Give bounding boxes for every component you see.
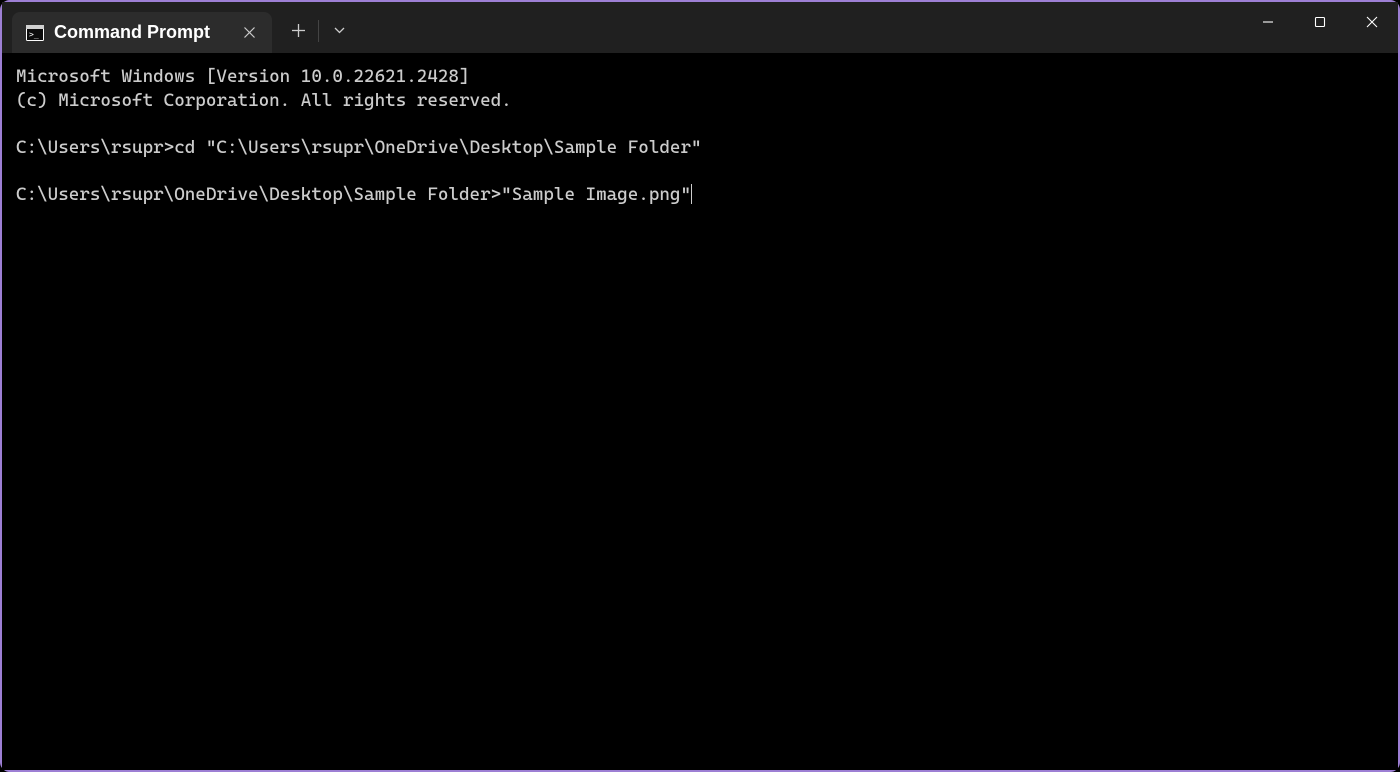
- maximize-button[interactable]: [1294, 2, 1346, 42]
- tab-dropdown-button[interactable]: [321, 14, 357, 48]
- terminal-command: cd "C:\Users\rsupr\OneDrive\Desktop\Samp…: [174, 137, 701, 158]
- terminal-content[interactable]: Microsoft Windows [Version 10.0.22621.24…: [2, 53, 1398, 770]
- terminal-output-line: (c) Microsoft Corporation. All rights re…: [16, 90, 512, 111]
- minimize-icon: [1262, 16, 1274, 28]
- tab-close-button[interactable]: [236, 20, 262, 46]
- terminal-cursor: [691, 184, 692, 204]
- terminal-prompt: C:\Users\rsupr\OneDrive\Desktop\Sample F…: [16, 184, 501, 205]
- terminal-output-line: Microsoft Windows [Version 10.0.22621.24…: [16, 66, 470, 87]
- window-controls: [1242, 2, 1398, 53]
- terminal-command: "Sample Image.png": [501, 184, 691, 205]
- terminal-prompt: C:\Users\rsupr>: [16, 137, 174, 158]
- tab-command-prompt[interactable]: >_ Command Prompt: [12, 12, 272, 53]
- svg-text:>_: >_: [29, 30, 39, 39]
- close-icon: [1366, 16, 1378, 28]
- minimize-button[interactable]: [1242, 2, 1294, 42]
- close-icon: [244, 27, 255, 38]
- tab-divider: [318, 20, 319, 42]
- command-prompt-icon: >_: [26, 24, 44, 42]
- tab-controls: [280, 5, 357, 56]
- maximize-icon: [1314, 16, 1326, 28]
- close-window-button[interactable]: [1346, 2, 1398, 42]
- tab-title: Command Prompt: [54, 22, 226, 43]
- title-bar: >_ Command Prompt: [2, 2, 1398, 53]
- chevron-down-icon: [334, 27, 345, 34]
- plus-icon: [292, 24, 305, 37]
- new-tab-button[interactable]: [280, 14, 316, 48]
